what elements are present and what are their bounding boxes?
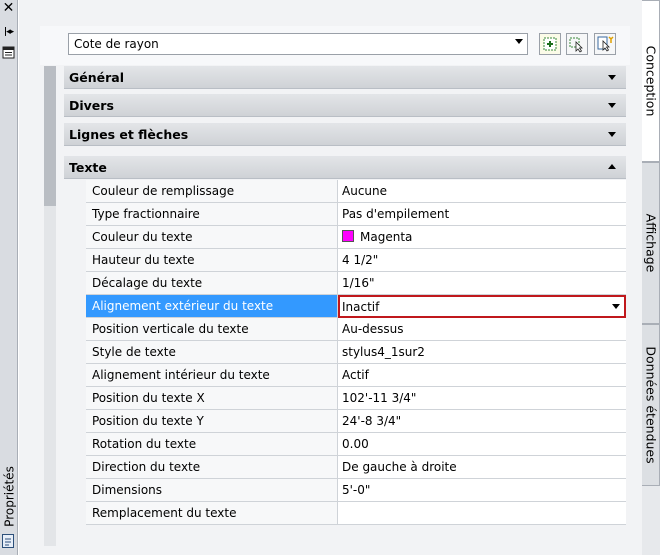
tab-label: Données étendues <box>643 346 658 464</box>
palette-title: Propriétés <box>2 466 17 527</box>
toggle-pickadd-button[interactable] <box>539 33 561 55</box>
category-general[interactable]: Général <box>64 66 626 89</box>
property-value[interactable]: 102'-11 3/4" <box>338 387 626 410</box>
select-objects-button[interactable] <box>566 33 588 55</box>
palette-title-bar: ✕ |◂▸ Propriétés <box>0 0 18 555</box>
tab-label: Affichage <box>643 213 658 273</box>
close-icon[interactable]: ✕ <box>2 1 15 15</box>
property-row[interactable]: Position du texte X 102'-11 3/4" <box>86 387 626 410</box>
category-lines-arrows[interactable]: Lignes et flèches <box>64 123 626 146</box>
property-name: Hauteur du texte <box>86 249 338 272</box>
toggle-pickadd-icon <box>543 37 557 51</box>
tab-affichage[interactable]: Affichage <box>642 162 660 324</box>
chevron-down-icon <box>515 39 523 44</box>
property-row[interactable]: Couleur du texte Magenta <box>86 226 626 249</box>
category-label: Divers <box>69 98 114 113</box>
quick-select-icon <box>597 36 614 52</box>
property-row-selected[interactable]: Alignement extérieur du texte Inactif <box>86 295 626 318</box>
properties-palette-icon[interactable] <box>2 534 14 548</box>
property-value[interactable]: 5'-0" <box>338 479 626 502</box>
property-name: Type fractionnaire <box>86 203 338 226</box>
property-value[interactable]: stylus4_1sur2 <box>338 341 626 364</box>
auto-hide-icon[interactable]: |◂▸ <box>2 26 15 39</box>
property-row[interactable]: Type fractionnaire Pas d'empilement <box>86 203 626 226</box>
property-name: Remplacement du texte <box>86 502 338 525</box>
chevron-up-icon[interactable] <box>608 164 616 169</box>
property-value[interactable] <box>338 502 626 525</box>
category-misc[interactable]: Divers <box>64 94 626 117</box>
property-row[interactable]: Remplacement du texte <box>86 502 626 525</box>
chevron-down-icon[interactable] <box>608 132 616 137</box>
chevron-down-icon[interactable] <box>612 304 620 309</box>
property-row[interactable]: Direction du texte De gauche à droite <box>86 456 626 479</box>
property-row[interactable]: Alignement intérieur du texte Actif <box>86 364 626 387</box>
property-value[interactable]: De gauche à droite <box>338 456 626 479</box>
property-row[interactable]: Style de texte stylus4_1sur2 <box>86 341 626 364</box>
tab-donnees-etendues[interactable]: Données étendues <box>642 324 660 486</box>
property-value[interactable]: Magenta <box>338 226 626 249</box>
property-name: Dimensions <box>86 479 338 502</box>
property-row[interactable]: Hauteur du texte 4 1/2" <box>86 249 626 272</box>
scrollbar-thumb[interactable] <box>44 66 56 206</box>
property-value[interactable]: 4 1/2" <box>338 249 626 272</box>
property-row[interactable]: Décalage du texte 1/16" <box>86 272 626 295</box>
property-value[interactable]: 0.00 <box>338 433 626 456</box>
property-name: Style de texte <box>86 341 338 364</box>
category-label: Lignes et flèches <box>69 127 189 142</box>
color-swatch <box>342 230 354 242</box>
quick-select-button[interactable] <box>594 33 616 55</box>
property-value[interactable]: 1/16" <box>338 272 626 295</box>
property-name: Position du texte X <box>86 387 338 410</box>
tab-label: Conception <box>643 45 658 117</box>
property-name: Position du texte Y <box>86 410 338 433</box>
dropdown-value: Inactif <box>342 300 380 314</box>
select-objects-icon <box>569 37 583 53</box>
property-value[interactable]: 24'-8 3/4" <box>338 410 626 433</box>
vertical-scrollbar[interactable] <box>44 66 56 546</box>
property-value[interactable]: Au-dessus <box>338 318 626 341</box>
category-label: Texte <box>69 160 107 175</box>
object-type-value: Cote de rayon <box>74 37 159 51</box>
category-text[interactable]: Texte <box>64 156 626 179</box>
property-row[interactable]: Couleur de remplissage Aucune <box>86 180 626 203</box>
property-row[interactable]: Position verticale du texte Au-dessus <box>86 318 626 341</box>
chevron-down-icon[interactable] <box>608 103 616 108</box>
property-row[interactable]: Dimensions 5'-0" <box>86 479 626 502</box>
chevron-down-icon[interactable] <box>608 75 616 80</box>
property-name: Alignement extérieur du texte <box>86 295 338 318</box>
property-name: Position verticale du texte <box>86 318 338 341</box>
property-value[interactable]: Pas d'empilement <box>338 203 626 226</box>
property-name: Couleur de remplissage <box>86 180 338 203</box>
category-label: Général <box>69 70 124 85</box>
property-grid: Couleur de remplissage Aucune Type fract… <box>64 180 626 545</box>
color-name: Magenta <box>360 230 413 244</box>
property-value-dropdown[interactable]: Inactif <box>338 295 626 318</box>
property-name: Décalage du texte <box>86 272 338 295</box>
property-value[interactable]: Actif <box>338 364 626 387</box>
property-row[interactable]: Position du texte Y 24'-8 3/4" <box>86 410 626 433</box>
tab-conception[interactable]: Conception <box>642 0 660 162</box>
property-value[interactable]: Aucune <box>338 180 626 203</box>
property-row[interactable]: Rotation du texte 0.00 <box>86 433 626 456</box>
object-type-dropdown[interactable]: Cote de rayon <box>68 33 528 55</box>
properties-menu-icon[interactable] <box>2 46 15 59</box>
property-name: Alignement intérieur du texte <box>86 364 338 387</box>
property-name: Direction du texte <box>86 456 338 479</box>
property-name: Couleur du texte <box>86 226 338 249</box>
property-name: Rotation du texte <box>86 433 338 456</box>
